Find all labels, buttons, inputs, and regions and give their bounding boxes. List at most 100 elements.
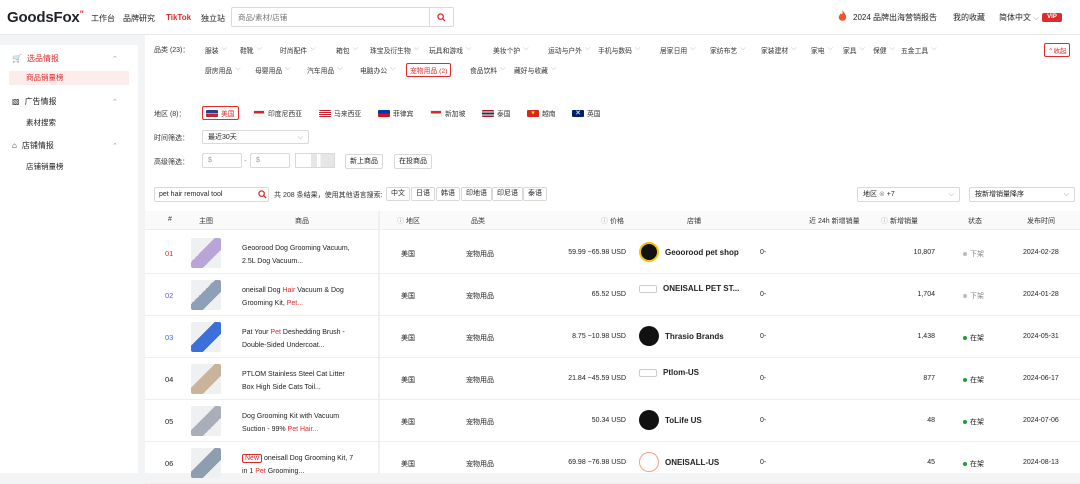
category-2-5[interactable]: 食品饮料 (470, 65, 497, 75)
category-1-4[interactable]: 珠宝及衍生物 (370, 45, 411, 55)
sidebar-item-store-sales-rank[interactable]: 店铺销量榜 (26, 161, 64, 172)
collapse-button[interactable]: ⌃收起 (1044, 43, 1071, 57)
store-link[interactable]: Thrasio Brands (639, 326, 724, 346)
category-1-11[interactable]: 家装建材 (761, 45, 788, 55)
category-1-7[interactable]: 运动与户外 (548, 45, 582, 55)
category-2-2[interactable]: 汽车用品 (307, 65, 334, 75)
category-1-3[interactable]: 箱包 (336, 45, 350, 55)
store-link[interactable]: ToLife US (639, 410, 702, 430)
keyword-input[interactable]: pet hair removal tool (154, 187, 269, 202)
top-bar: GoodsFox" 工作台 品牌研究 TikTok 独立站 2024 品牌出海营… (0, 0, 1080, 35)
category-1-10[interactable]: 家纺布艺 (710, 45, 737, 55)
col-publish-date[interactable]: 发布时间 (1027, 216, 1055, 226)
product-thumbnail[interactable] (191, 364, 221, 394)
table-row[interactable]: 05 Dog Grooming Kit with Vacuum Suction -… (145, 400, 1080, 442)
col-24h-sales[interactable]: 近 24h 新增销量 (809, 216, 860, 226)
lang-ko[interactable]: 韩语 (436, 187, 460, 201)
category-1-14[interactable]: 保健 (873, 45, 887, 55)
goodsfox-logo[interactable]: GoodsFox" (7, 9, 84, 26)
product-thumbnail[interactable] (191, 406, 221, 436)
vip-badge[interactable]: VIP (1042, 13, 1062, 22)
thailand-flag-icon (482, 109, 494, 117)
sidebar-item-material-search[interactable]: 素材搜索 (26, 117, 56, 128)
store-link[interactable]: ONEISALL PET ST... (639, 284, 739, 293)
sort-select[interactable]: 按新增销量降序 ⌵ (969, 187, 1075, 202)
search-icon[interactable] (429, 8, 453, 26)
table-row[interactable]: 04 PTLOM Stainless Steel Cat Litter Box H… (145, 358, 1080, 400)
product-name[interactable]: PTLOM Stainless Steel Cat Litter Box Hig… (242, 368, 354, 394)
chevron-up-icon[interactable]: ⌃ (112, 98, 118, 106)
category-1-1[interactable]: 鞋靴 (240, 45, 254, 55)
category-2-3[interactable]: 电脑办公 (360, 65, 387, 75)
lang-th[interactable]: 泰语 (523, 187, 547, 201)
chevron-up-icon[interactable]: ⌃ (112, 55, 118, 63)
chevron-up-icon[interactable]: ⌃ (112, 142, 118, 150)
region-my[interactable]: 马来西亚 (319, 108, 361, 118)
store-link[interactable]: ONEISALL-US (639, 452, 719, 472)
table-row[interactable]: 06 New oneisall Dog Grooming Kit, 7 in 1 P… (145, 442, 1080, 484)
category-1-6[interactable]: 美妆个护 (493, 45, 520, 55)
store-link[interactable]: Geoorood pet shop (639, 242, 739, 262)
sidebar-group-product-intel[interactable]: 🛒 选品情报 (12, 53, 59, 64)
sidebar-item-product-sales-rank[interactable]: 商品销量榜 (9, 71, 129, 85)
search-icon[interactable] (258, 190, 267, 201)
language-select[interactable]: 简体中文 ⌵ (999, 12, 1039, 23)
table-row[interactable]: 01 Geoorood Dog Grooming Vacuum, 2.5L Dog… (145, 232, 1080, 274)
product-name[interactable]: oneisall Dog Hair Vacuum & Dog Grooming … (242, 284, 354, 310)
product-thumbnail[interactable] (191, 238, 221, 268)
sidebar-group-ad-intel[interactable]: ▧ 广告情报 (12, 96, 57, 107)
product-thumbnail[interactable] (191, 280, 221, 310)
region-vn[interactable]: ★ 越南 (527, 108, 556, 118)
on-sale-tag[interactable]: 在投商品 (394, 154, 432, 169)
col-new-sales[interactable]: ⓘ 新增销量 (881, 216, 918, 226)
product-name[interactable]: Dog Grooming Kit with Vacuum Suction - 9… (242, 410, 354, 436)
sidebar-group-store-intel[interactable]: ⌂ 店铺情报 (12, 140, 54, 151)
col-region[interactable]: ⓘ 地区 (397, 216, 420, 226)
nav-tiktok[interactable]: TikTok (166, 13, 191, 22)
category-1-12[interactable]: 家电 (811, 45, 825, 55)
lang-hi[interactable]: 印地语 (461, 187, 492, 201)
category-1-0[interactable]: 服装 (205, 45, 219, 55)
nav-workbench[interactable]: 工作台 (91, 13, 115, 24)
new-product-tag[interactable]: 新上商品 (345, 154, 383, 169)
nav-brand-research[interactable]: 品牌研究 (123, 13, 155, 24)
report-link[interactable]: 2024 品牌出海营销报告 (853, 12, 937, 23)
category-2-0[interactable]: 厨房用品 (205, 65, 232, 75)
region-us[interactable]: 美国 (202, 106, 239, 120)
category-1-8[interactable]: 手机与数码 (598, 45, 632, 55)
category-1-13[interactable]: 家具 (843, 45, 857, 55)
category-1-15[interactable]: 五金工具 (901, 45, 928, 55)
lang-id[interactable]: 印尼语 (492, 187, 523, 201)
product-name[interactable]: Geoorood Dog Grooming Vacuum, 2.5L Dog V… (242, 242, 354, 268)
region-uk[interactable]: ✕ 英国 (572, 108, 601, 118)
product-category: 宠物用品 (466, 377, 494, 384)
global-search-input[interactable] (232, 8, 427, 26)
time-range-select[interactable]: 最近30天 ⌵ (202, 130, 309, 144)
category-1-2[interactable]: 时尚配件 (280, 45, 307, 55)
lang-ja[interactable]: 日语 (411, 187, 435, 201)
region-filter-select[interactable]: 地区 ⊗ +7 ⌵ (857, 187, 960, 202)
nav-independent-site[interactable]: 独立站 (201, 13, 225, 24)
table-row[interactable]: 02 oneisall Dog Hair Vacuum & Dog Groomin… (145, 274, 1080, 316)
category-1-9[interactable]: 居家日用 (660, 45, 687, 55)
product-thumbnail[interactable] (191, 448, 221, 478)
category-2-1[interactable]: 母婴用品 (255, 65, 282, 75)
region-sg[interactable]: 新加坡 (430, 108, 465, 118)
product-name[interactable]: Pat Your Pet Deshedding Brush - Double-S… (242, 326, 354, 352)
col-price[interactable]: ⓘ 价格 (601, 216, 624, 226)
product-thumbnail[interactable] (191, 322, 221, 352)
product-name[interactable]: New oneisall Dog Grooming Kit, 7 in 1 Pet… (242, 452, 354, 478)
sales-range-slider[interactable] (295, 153, 335, 168)
region-th[interactable]: 泰国 (482, 108, 511, 118)
region-ph[interactable]: 菲律宾 (378, 108, 413, 118)
table-row[interactable]: 03 Pat Your Pet Deshedding Brush - Double… (145, 316, 1080, 358)
price-max-input[interactable]: $ (250, 153, 290, 168)
lang-zh[interactable]: 中文 (386, 187, 410, 201)
category-2-4[interactable]: 宠物用品 (2) (406, 63, 452, 77)
store-link[interactable]: Ptlom-US (639, 368, 699, 377)
region-id[interactable]: 印度尼西亚 (253, 108, 302, 118)
price-min-input[interactable]: $ (202, 153, 242, 168)
category-2-6[interactable]: 藏好与收藏 (514, 65, 548, 75)
favorites-link[interactable]: 我的收藏 (953, 12, 985, 23)
category-1-5[interactable]: 玩具和游戏 (429, 45, 463, 55)
